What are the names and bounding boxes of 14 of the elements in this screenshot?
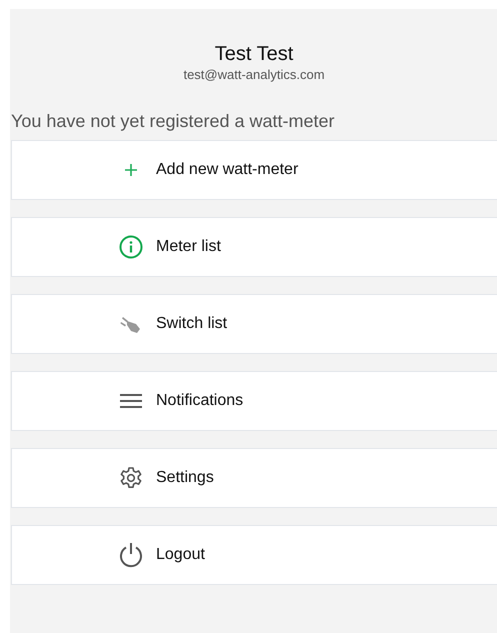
info-icon: [119, 235, 143, 259]
menu-item[interactable]: Notifications: [11, 371, 497, 431]
settings-icon: [119, 466, 143, 490]
menu-icon: [120, 393, 142, 409]
user-email: test@watt-analytics.com: [182, 67, 326, 82]
user-name: Test Test: [214, 42, 294, 66]
menu-item[interactable]: Logout: [11, 525, 497, 585]
menu-item[interactable]: Add new watt-meter: [11, 140, 497, 200]
notice-text: You have not yet registered a watt-meter: [11, 110, 336, 132]
menu-item[interactable]: Settings: [11, 448, 497, 508]
menu-item[interactable]: Meter list: [11, 217, 497, 277]
menu-item[interactable]: Switch list: [11, 294, 497, 354]
plus-icon: [124, 163, 138, 177]
power-icon: [118, 542, 144, 568]
